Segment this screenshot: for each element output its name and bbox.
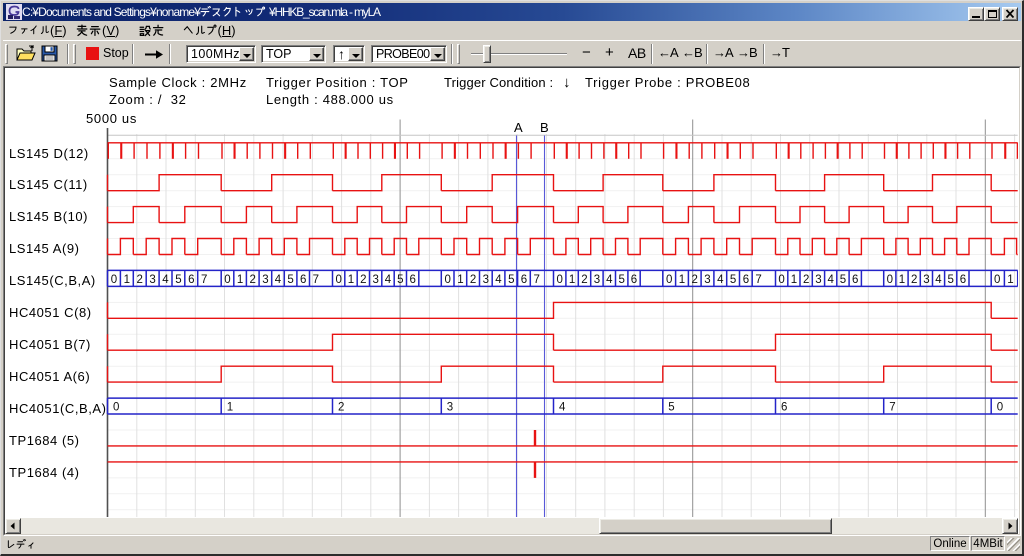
svg-text:5: 5 [947,274,953,286]
svg-text:3: 3 [149,274,155,286]
svg-text:3: 3 [594,274,600,286]
svg-text:3: 3 [704,274,710,286]
svg-text:7: 7 [533,274,539,286]
svg-text:3: 3 [483,274,489,286]
svg-text:0: 0 [997,401,1003,413]
svg-text:6: 6 [631,274,637,286]
svg-text:0: 0 [111,274,117,286]
svg-text:0: 0 [113,401,119,413]
svg-text:3: 3 [372,274,378,286]
svg-text:1: 1 [237,274,243,286]
svg-text:6: 6 [960,274,966,286]
svg-text:2: 2 [249,274,255,286]
svg-text:0: 0 [444,274,450,286]
svg-text:5: 5 [175,274,181,286]
svg-text:6: 6 [300,274,306,286]
svg-text:3: 3 [923,274,929,286]
svg-text:1: 1 [569,274,575,286]
svg-text:4: 4 [935,274,942,286]
svg-text:2: 2 [470,274,476,286]
svg-text:0: 0 [778,274,784,286]
svg-text:6: 6 [409,274,415,286]
svg-text:3: 3 [262,274,268,286]
svg-text:4: 4 [827,274,834,286]
svg-text:0: 0 [887,274,893,286]
svg-text:7: 7 [889,401,895,413]
svg-text:2: 2 [360,274,366,286]
svg-text:3: 3 [815,274,821,286]
svg-text:2: 2 [911,274,917,286]
svg-text:0: 0 [224,274,230,286]
svg-text:7: 7 [313,274,319,286]
svg-text:0: 0 [666,274,672,286]
svg-text:0: 0 [335,274,341,286]
svg-text:4: 4 [717,274,724,286]
svg-text:0: 0 [556,274,562,286]
svg-text:1: 1 [899,274,905,286]
svg-text:2: 2 [136,274,142,286]
svg-text:7: 7 [201,274,207,286]
svg-text:2: 2 [691,274,697,286]
svg-text:6: 6 [743,274,749,286]
svg-text:6: 6 [521,274,527,286]
svg-text:1: 1 [124,274,130,286]
svg-text:5: 5 [618,274,624,286]
svg-text:5: 5 [668,401,674,413]
svg-text:6: 6 [781,401,787,413]
svg-text:1: 1 [679,274,685,286]
svg-text:4: 4 [162,274,169,286]
svg-text:4: 4 [385,274,392,286]
svg-text:7: 7 [755,274,761,286]
svg-text:1: 1 [791,274,797,286]
svg-text:5: 5 [397,274,403,286]
svg-text:2: 2 [338,401,344,413]
svg-text:4: 4 [606,274,613,286]
svg-text:6: 6 [852,274,858,286]
svg-text:5: 5 [508,274,514,286]
svg-text:5: 5 [730,274,736,286]
svg-text:6: 6 [188,274,194,286]
svg-text:5: 5 [287,274,293,286]
svg-text:0: 0 [994,274,1000,286]
svg-text:2: 2 [581,274,587,286]
svg-text:4: 4 [275,274,282,286]
svg-text:1: 1 [227,401,233,413]
svg-text:5: 5 [840,274,846,286]
svg-text:1: 1 [457,274,463,286]
svg-text:1: 1 [348,274,354,286]
svg-text:2: 2 [803,274,809,286]
svg-text:1: 1 [1007,274,1013,286]
svg-text:4: 4 [495,274,502,286]
svg-text:4: 4 [559,401,566,413]
svg-text:3: 3 [447,401,453,413]
